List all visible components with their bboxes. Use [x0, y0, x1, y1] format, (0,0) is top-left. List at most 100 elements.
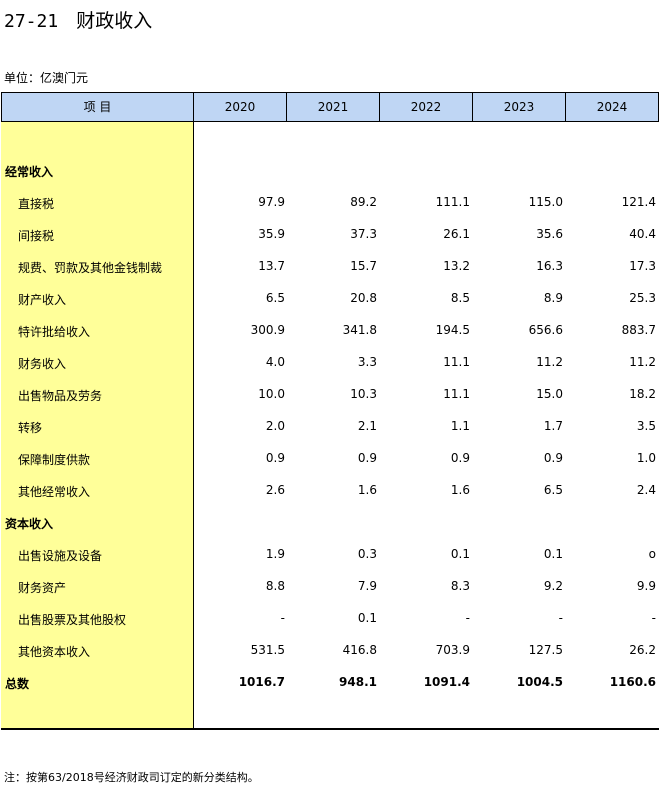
cell-value: 194.5 — [435, 323, 470, 337]
cell-value: 0.1 — [357, 611, 377, 625]
table-number: 27-21 — [4, 11, 59, 32]
cell-value: 300.9 — [250, 323, 285, 337]
cell-value: 8.9 — [543, 291, 563, 305]
table-bottom-rule — [1, 728, 659, 730]
cell-value: 97.9 — [258, 195, 285, 209]
row-label: 其他资本收入 — [18, 645, 91, 659]
page-title: 27-21 财政收入 — [4, 6, 152, 33]
footnote: 注：按第63/2018号经济财政司订定的新分类结构。 — [4, 771, 259, 784]
row-label: 规费、罚款及其他金钱制裁 — [18, 261, 163, 275]
cell-value: 1091.4 — [423, 675, 470, 689]
cell-value: 18.2 — [629, 387, 656, 401]
table-title: 财政收入 — [76, 10, 153, 32]
cell-value: 0.1 — [543, 547, 563, 561]
cell-value: 9.9 — [636, 579, 656, 593]
cell-value: 15.7 — [350, 259, 377, 273]
section-row: 经常收入 — [0, 154, 659, 186]
table-row: 财产收入 6.5 20.8 8.5 8.9 25.3 — [0, 282, 659, 314]
cell-value: 11.1 — [443, 387, 470, 401]
row-label: 直接税 — [18, 197, 55, 211]
table-row: 财务收入 4.0 3.3 11.1 11.2 11.2 — [0, 346, 659, 378]
cell-value: 8.3 — [450, 579, 470, 593]
table-row: 出售设施及设备 1.9 0.3 0.1 0.1 o — [0, 538, 659, 570]
cell-value: 3.3 — [357, 355, 377, 369]
cell-value: 8.8 — [265, 579, 285, 593]
cell-value: 127.5 — [528, 643, 563, 657]
cell-value: 26.2 — [629, 643, 656, 657]
cell-value: 2.0 — [265, 419, 285, 433]
cell-value: 7.9 — [357, 579, 377, 593]
cell-value: 89.2 — [350, 195, 377, 209]
row-label: 财产收入 — [18, 293, 67, 307]
header-year: 2020 — [194, 93, 287, 121]
row-label: 财务收入 — [18, 357, 67, 371]
cell-value: 40.4 — [629, 227, 656, 241]
cell-value: 1.7 — [543, 419, 563, 433]
cell-value: 26.1 — [443, 227, 470, 241]
table-row: 财务资产 8.8 7.9 8.3 9.2 9.9 — [0, 570, 659, 602]
row-label: 资本收入 — [5, 517, 54, 531]
cell-value: 10.0 — [258, 387, 285, 401]
cell-value: 2.4 — [636, 483, 656, 497]
cell-value: 1016.7 — [238, 675, 285, 689]
row-label: 特许批给收入 — [18, 325, 91, 339]
cell-value: 2.1 — [357, 419, 377, 433]
cell-value: 35.9 — [258, 227, 285, 241]
cell-value: 948.1 — [339, 675, 377, 689]
cell-value: 416.8 — [342, 643, 377, 657]
cell-value: 6.5 — [265, 291, 285, 305]
table-row: 其他经常收入 2.6 1.6 1.6 6.5 2.4 — [0, 474, 659, 506]
cell-value: 10.3 — [350, 387, 377, 401]
cell-value: 0.9 — [450, 451, 470, 465]
row-label: 出售物品及劳务 — [18, 389, 103, 403]
cell-value: 1.6 — [357, 483, 377, 497]
header-year: 2022 — [380, 93, 473, 121]
table-row: 转移 2.0 2.1 1.1 1.7 3.5 — [0, 410, 659, 442]
cell-value: 1160.6 — [609, 675, 656, 689]
cell-value: 25.3 — [629, 291, 656, 305]
cell-value: 9.2 — [543, 579, 563, 593]
cell-value: 1.1 — [450, 419, 470, 433]
cell-value: 15.0 — [536, 387, 563, 401]
cell-value: 3.5 — [636, 419, 656, 433]
cell-value: 0.9 — [265, 451, 285, 465]
cell-value: 0.3 — [357, 547, 377, 561]
cell-value: 121.4 — [621, 195, 656, 209]
row-label: 保障制度供款 — [18, 453, 91, 467]
cell-value: - — [465, 611, 470, 625]
cell-value: - — [651, 611, 656, 625]
revenue-table: 项 目 2020 2021 2022 2023 2024 经常收入直接税 97.9… — [0, 92, 659, 730]
table-row: 直接税 97.9 89.2 111.1 115.0 121.4 — [0, 186, 659, 218]
cell-value: 11.2 — [629, 355, 656, 369]
header-year: 2023 — [473, 93, 566, 121]
cell-value: 1004.5 — [516, 675, 563, 689]
cell-value: 6.5 — [543, 483, 563, 497]
row-label: 出售股票及其他股权 — [18, 613, 127, 627]
cell-value: 0.9 — [543, 451, 563, 465]
table-row: 保障制度供款 0.9 0.9 0.9 0.9 1.0 — [0, 442, 659, 474]
cell-value: 0.9 — [357, 451, 377, 465]
header-item: 项 目 — [2, 93, 194, 121]
table-row: 特许批给收入 300.9 341.8 194.5 656.6 883.7 — [0, 314, 659, 346]
row-label: 间接税 — [18, 229, 55, 243]
cell-value: 11.1 — [443, 355, 470, 369]
table-header: 项 目 2020 2021 2022 2023 2024 — [1, 92, 659, 122]
cell-value: - — [280, 611, 285, 625]
header-year: 2021 — [287, 93, 380, 121]
cell-value: 37.3 — [350, 227, 377, 241]
cell-value: 341.8 — [342, 323, 377, 337]
table-row: 规费、罚款及其他金钱制裁 13.7 15.7 13.2 16.3 17.3 — [0, 250, 659, 282]
table-row: 间接税 35.9 37.3 26.1 35.6 40.4 — [0, 218, 659, 250]
cell-value: 1.9 — [265, 547, 285, 561]
cell-value: o — [648, 547, 656, 561]
cell-value: 1.0 — [636, 451, 656, 465]
cell-value: 2.6 — [265, 483, 285, 497]
cell-value: 13.7 — [258, 259, 285, 273]
row-label: 出售设施及设备 — [18, 549, 103, 563]
cell-value: 11.2 — [536, 355, 563, 369]
cell-value: 115.0 — [528, 195, 563, 209]
row-label: 财务资产 — [18, 581, 67, 595]
cell-value: 13.2 — [443, 259, 470, 273]
cell-value: 883.7 — [621, 323, 656, 337]
table-row: 出售物品及劳务 10.0 10.3 11.1 15.0 18.2 — [0, 378, 659, 410]
